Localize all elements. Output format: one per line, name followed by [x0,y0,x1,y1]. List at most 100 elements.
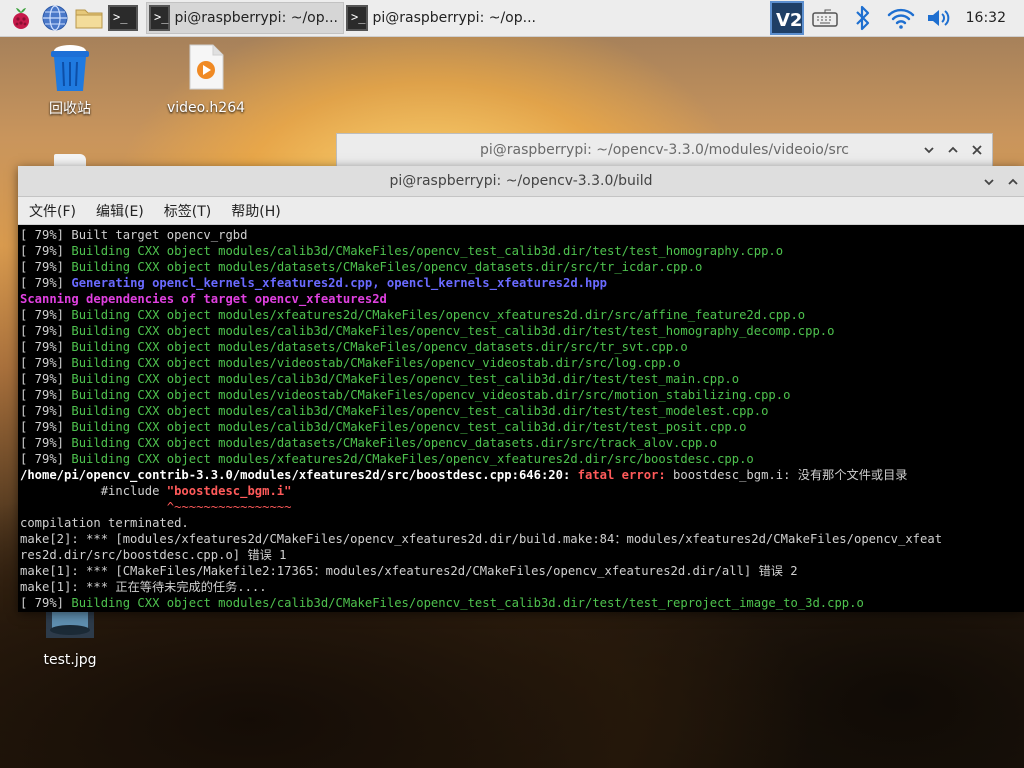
task-label: pi@raspberrypi: ~/op... [174,10,338,26]
terminal-text: make[2]: *** [modules/xfeatures2d/CMakeF… [20,532,943,546]
terminal-text: "boostdesc_bgm.i" [166,484,292,498]
terminal-icon: >_ [149,5,171,31]
terminal-line: [ 79%] Building CXX object modules/xfeat… [20,451,1024,467]
terminal-launcher-icon[interactable]: >_ [106,0,140,36]
terminal-line: [ 79%] Building CXX object modules/calib… [20,595,1024,611]
terminal-text: Building CXX object modules/videostab/CM… [71,356,681,370]
task-terminal-2[interactable]: >_ pi@raspberrypi: ~/op... [344,2,542,34]
terminal-icon: >_ [346,5,369,31]
maximize-button[interactable] [942,134,964,166]
terminal-text: [ 79%] [20,340,72,354]
terminal-text: [ 79%] [20,260,72,274]
menu-tabs[interactable]: 标签(T) [153,201,220,221]
terminal-line: make[1]: *** [CMakeFiles/Makefile2:17365… [20,563,1024,579]
desktop-icon-video[interactable]: video.h264 [160,44,252,116]
terminal-text: Building CXX object modules/datasets/CMa… [71,260,703,274]
terminal-line: #include "boostdesc_bgm.i" [20,483,1024,499]
clock[interactable]: 16:32 [958,10,1024,26]
terminal-line: [ 79%] Building CXX object modules/calib… [20,243,1024,259]
terminal-line: [ 79%] Building CXX object modules/calib… [20,323,1024,339]
taskbar: >_ >_ pi@raspberrypi: ~/op... >_ pi@rasp… [0,0,1024,37]
desktop-icon-trash[interactable]: 回收站 [30,42,110,118]
terminal-line: [ 79%] Building CXX object modules/calib… [20,371,1024,387]
terminal-text: Building CXX object modules/calib3d/CMak… [71,420,747,434]
vnc-icon[interactable]: V2 [768,0,806,36]
chevron-up-icon [948,146,958,153]
terminal-text: Building CXX object modules/videostab/CM… [71,388,791,402]
terminal-text: Scanning dependencies of target opencv_x… [20,292,387,306]
video-file-icon [189,44,224,90]
terminal-line: [ 79%] Generating opencl_kernels_xfeatur… [20,275,1024,291]
menu-file[interactable]: 文件(F) [18,201,85,221]
terminal-text: Building CXX object modules/xfeatures2d/… [71,452,754,466]
terminal-line: ^~~~~~~~~~~~~~~~~ [20,499,1024,515]
terminal-text: Building CXX object modules/xfeatures2d/… [71,308,806,322]
terminal-text: Building CXX object modules/datasets/CMa… [71,436,718,450]
menu-help[interactable]: 帮助(H) [220,201,289,221]
terminal-text: Building CXX object modules/calib3d/CMak… [71,244,784,258]
terminal-line: [ 79%] Building CXX object modules/datas… [20,259,1024,275]
maximize-button[interactable] [1002,166,1024,197]
terminal-line: [ 79%] Building CXX object modules/video… [20,355,1024,371]
bluetooth-icon[interactable] [844,0,882,36]
keyboard-icon[interactable] [806,0,844,36]
terminal-line: res2d.dir/src/boostdesc.cpp.o] 错误 1 [20,547,1024,563]
terminal-output[interactable]: [ 79%] Built target opencv_rgbd[ 79%] Bu… [20,227,1024,612]
terminal-text: [ 79%] [20,308,72,322]
terminal-text: /home/pi/opencv_contrib-3.3.0/modules/xf… [20,468,578,482]
terminal-text: [ 79%] [20,324,72,338]
minimize-button[interactable] [918,134,940,166]
terminal-text: make[1]: *** [CMakeFiles/Makefile2:17365… [20,564,798,578]
terminal-text: [ 79%] [20,388,72,402]
terminal-text: [ 79%] [20,436,72,450]
terminal-line: [ 79%] Building CXX object modules/video… [20,387,1024,403]
terminal-line: Scanning dependencies of target opencv_x… [20,291,1024,307]
terminal-text: [ 79%] [20,596,72,610]
window-title: pi@raspberrypi: ~/opencv-3.3.0/build [389,173,653,189]
terminal-text: Building CXX object modules/calib3d/CMak… [71,404,769,418]
browser-icon[interactable] [38,0,72,36]
trash-icon [51,45,89,91]
terminal-text: [ 79%] Built target opencv_rgbd [20,228,248,242]
desktop-icon-image[interactable]: test.jpg [28,604,112,668]
terminal-line: [ 79%] Building CXX object modules/datas… [20,435,1024,451]
terminal-text: make[1]: *** 正在等待未完成的任务.... [20,580,267,594]
chevron-down-icon [984,178,994,185]
terminal-text: Generating opencl_kernels_xfeatures2d.cp… [71,276,608,290]
desktop-icon-label: 回收站 [49,101,91,117]
terminal-text: fatal error: [577,468,674,482]
terminal-line: make[2]: *** [modules/xfeatures2d/CMakeF… [20,531,1024,547]
terminal-text: #include [20,484,167,498]
menu-edit[interactable]: 编辑(E) [85,201,153,221]
file-manager-icon[interactable] [72,0,106,36]
terminal-text: [ 79%] [20,404,72,418]
minimize-button[interactable] [978,166,1000,197]
task-label: pi@raspberrypi: ~/op... [372,10,536,26]
desktop-icon-label: video.h264 [166,100,246,116]
background-terminal-window[interactable]: pi@raspberrypi: ~/opencv-3.3.0/modules/v… [336,133,993,167]
chevron-up-icon [1008,178,1018,185]
terminal-text: Building CXX object modules/datasets/CMa… [71,340,688,354]
volume-icon[interactable] [920,0,958,36]
terminal-text: [ 79%] [20,452,72,466]
terminal-text: Building CXX object modules/calib3d/CMak… [71,596,864,610]
terminal-text: res2d.dir/src/boostdesc.cpp.o] 错误 1 [20,548,287,562]
window-title: pi@raspberrypi: ~/opencv-3.3.0/modules/v… [480,142,849,158]
terminal-text: boostdesc_bgm.i: 没有那个文件或目录 [673,468,908,482]
terminal-text: [ 79%] [20,356,72,370]
terminal-line: [ 79%] Building CXX object modules/calib… [20,419,1024,435]
close-icon [972,145,982,155]
task-terminal-1[interactable]: >_ pi@raspberrypi: ~/op... [146,2,344,34]
raspberry-menu-icon[interactable] [4,0,38,36]
wifi-icon[interactable] [882,0,920,36]
terminal-text: [ 79%] [20,372,72,386]
chevron-down-icon [924,147,934,154]
terminal-line: [ 79%] Building CXX object modules/xfeat… [20,307,1024,323]
terminal-line: [ 79%] Building CXX object modules/datas… [20,339,1024,355]
close-button[interactable] [966,134,988,166]
menu-bar: 文件(F) 编辑(E) 标签(T) 帮助(H) [18,197,1024,225]
terminal-line: /home/pi/opencv_contrib-3.3.0/modules/xf… [20,467,1024,483]
title-bar[interactable]: pi@raspberrypi: ~/opencv-3.3.0/build [18,166,1024,197]
terminal-window[interactable]: pi@raspberrypi: ~/opencv-3.3.0/build 文件(… [18,166,1024,612]
terminal-text: [ 79%] [20,276,72,290]
